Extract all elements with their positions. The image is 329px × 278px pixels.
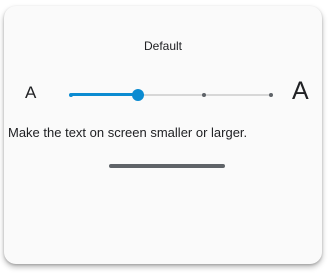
slider-tick-3 [202,93,207,97]
larger-text-icon[interactable]: A [292,79,309,104]
drag-handle[interactable] [109,164,225,168]
slider-tick-1 [69,93,73,97]
slider-track-active [71,93,138,96]
font-size-preview-card: Default A A Make the text on screen smal… [4,6,322,264]
font-size-slider[interactable] [69,85,273,105]
screen: Default A A Make the text on screen smal… [0,0,329,278]
smaller-text-icon[interactable]: A [25,84,36,101]
font-size-description: Make the text on screen smaller or large… [8,125,248,140]
font-size-level-label: Default [143,39,183,53]
slider-tick-4 [269,93,273,97]
slider-thumb[interactable] [131,89,144,101]
